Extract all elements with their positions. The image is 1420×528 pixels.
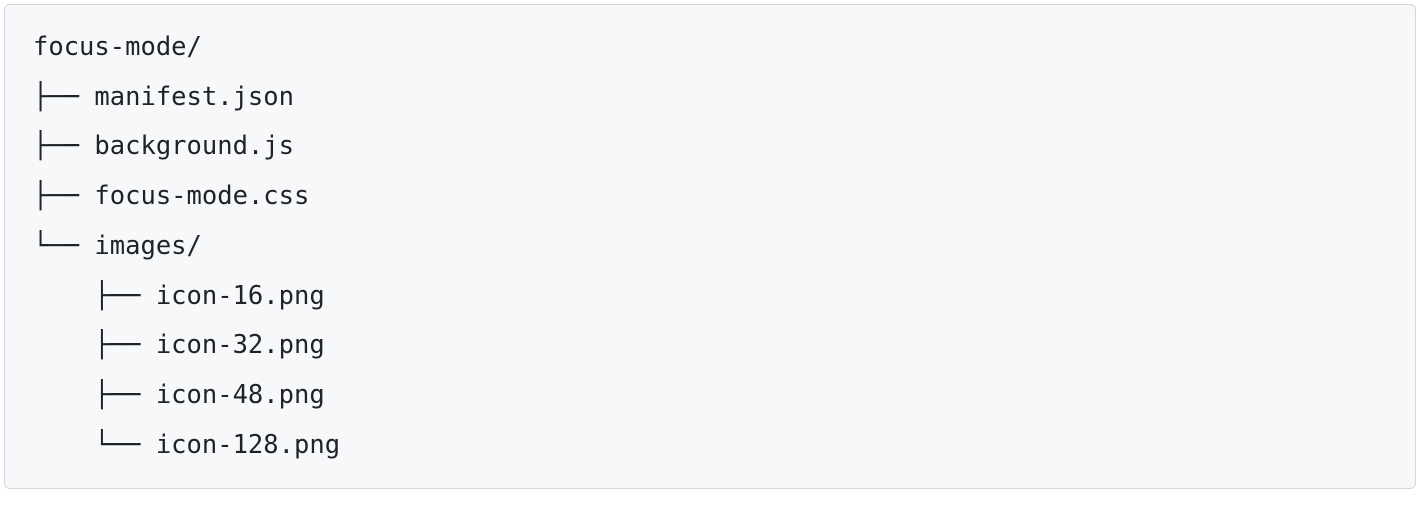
tree-line: ├── icon-48.png xyxy=(33,380,325,410)
tree-line: └── icon-128.png xyxy=(33,430,340,460)
tree-line: ├── focus-mode.css xyxy=(33,181,309,211)
tree-line: ├── icon-32.png xyxy=(33,330,325,360)
tree-line: focus-mode/ xyxy=(33,32,202,62)
tree-line: ├── icon-16.png xyxy=(33,281,325,311)
tree-line: └── images/ xyxy=(33,231,202,261)
tree-line: ├── background.js xyxy=(33,131,294,161)
tree-line: ├── manifest.json xyxy=(33,82,294,112)
directory-tree-block: focus-mode/ ├── manifest.json ├── backgr… xyxy=(4,4,1416,489)
